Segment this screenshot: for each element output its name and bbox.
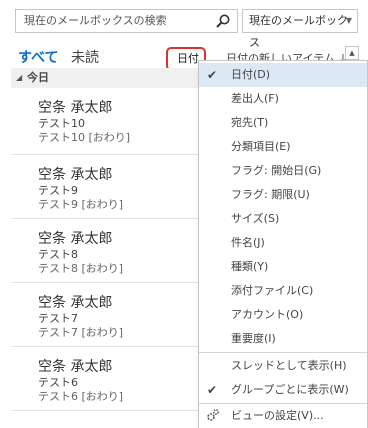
mail-sender: 空条 承太郎	[38, 359, 113, 375]
menu-item-categories[interactable]: 分類項目(E)	[199, 135, 367, 159]
menu-item-label: 分類項目(E)	[231, 140, 291, 153]
arrange-by-menu: ✔ 日付(D) 差出人(F) 宛先(T) 分類項目(E) フラグ: 開始日(G)…	[198, 60, 368, 428]
group-header-today[interactable]: ◢ 今日	[11, 68, 200, 88]
mail-item[interactable]: 空条 承太郎 テスト7 テスト7 [おわり]	[11, 283, 200, 347]
menu-item-label: 宛先(T)	[231, 116, 269, 129]
search-icon[interactable]	[215, 13, 231, 29]
menu-item-label: 差出人(F)	[231, 92, 279, 105]
search-input[interactable]: 現在のメールボックスの検索	[15, 9, 238, 33]
mail-preview: テスト8 [おわり]	[38, 262, 124, 275]
menu-item-label: アカウント(O)	[231, 308, 304, 321]
search-scope-label: 現在のメールボックス	[249, 14, 348, 49]
menu-item-label: グループごとに表示(W)	[231, 383, 349, 396]
menu-item-label: 種類(Y)	[231, 260, 269, 273]
mail-preview: テスト9 [おわり]	[38, 198, 124, 211]
menu-item-label: 重要度(I)	[231, 332, 276, 345]
mail-sender: 空条 承太郎	[38, 100, 113, 116]
scroll-up-icon[interactable]: ▲	[345, 46, 359, 60]
check-icon: ✔	[207, 68, 218, 82]
menu-item-show-in-groups[interactable]: ✔ グループごとに表示(W)	[199, 378, 367, 402]
menu-item-size[interactable]: サイズ(S)	[199, 207, 367, 231]
mail-sender: 空条 承太郎	[38, 167, 113, 183]
menu-item-label: フラグ: 開始日(G)	[231, 164, 322, 177]
menu-item-label: スレッドとして表示(H)	[231, 359, 347, 372]
menu-item-date[interactable]: ✔ 日付(D)	[199, 63, 367, 87]
menu-item-label: 日付(D)	[231, 68, 271, 81]
mail-item[interactable]: 空条 承太郎 テスト9 テスト9 [おわり]	[11, 155, 200, 219]
group-header-label: 今日	[27, 71, 49, 84]
mail-preview: テスト7 [おわり]	[38, 326, 124, 339]
mail-sender: 空条 承太郎	[38, 295, 113, 311]
menu-item-view-settings[interactable]: ビューの設定(V)...	[199, 404, 367, 428]
menu-item-flag-due[interactable]: フラグ: 期限(U)	[199, 183, 367, 207]
menu-item-attachments[interactable]: 添付ファイル(C)	[199, 279, 367, 303]
collapse-caret-icon[interactable]: ◢	[16, 68, 22, 88]
menu-item-show-as-threads[interactable]: スレッドとして表示(H)	[199, 354, 367, 378]
mail-item[interactable]: 空条 承太郎 テスト8 テスト8 [おわり]	[11, 219, 200, 283]
menu-item-label: 件名(J)	[231, 236, 265, 249]
menu-item-account[interactable]: アカウント(O)	[199, 303, 367, 327]
menu-item-label: 添付ファイル(C)	[231, 284, 314, 297]
mail-preview: テスト6 [おわり]	[38, 390, 124, 403]
menu-item-flag-start[interactable]: フラグ: 開始日(G)	[199, 159, 367, 183]
chevron-down-icon: ▼	[345, 16, 352, 25]
gear-icon	[207, 409, 219, 421]
mail-item[interactable]: 空条 承太郎 テスト6 テスト6 [おわり]	[11, 347, 200, 411]
mail-preview: テスト10 [おわり]	[38, 131, 131, 144]
menu-item-type[interactable]: 種類(Y)	[199, 255, 367, 279]
mail-list: 空条 承太郎 テスト10 テスト10 [おわり] 空条 承太郎 テスト9 テスト…	[11, 88, 200, 411]
menu-item-label: ビューの設定(V)...	[231, 409, 324, 422]
search-placeholder: 現在のメールボックスの検索	[24, 14, 167, 27]
mail-sender: 空条 承太郎	[38, 231, 113, 247]
menu-separator	[199, 352, 367, 353]
tab-all[interactable]: すべて	[18, 48, 58, 68]
menu-item-from[interactable]: 差出人(F)	[199, 87, 367, 111]
menu-item-to[interactable]: 宛先(T)	[199, 111, 367, 135]
check-icon: ✔	[207, 383, 218, 397]
mail-item[interactable]: 空条 承太郎 テスト10 テスト10 [おわり]	[11, 88, 200, 155]
search-scope-dropdown[interactable]: 現在のメールボックス ▼	[242, 9, 358, 49]
menu-item-importance[interactable]: 重要度(I)	[199, 327, 367, 351]
menu-item-label: サイズ(S)	[231, 212, 280, 225]
menu-item-subject[interactable]: 件名(J)	[199, 231, 367, 255]
menu-item-label: フラグ: 期限(U)	[231, 188, 310, 201]
tab-unread[interactable]: 未読	[71, 48, 99, 68]
